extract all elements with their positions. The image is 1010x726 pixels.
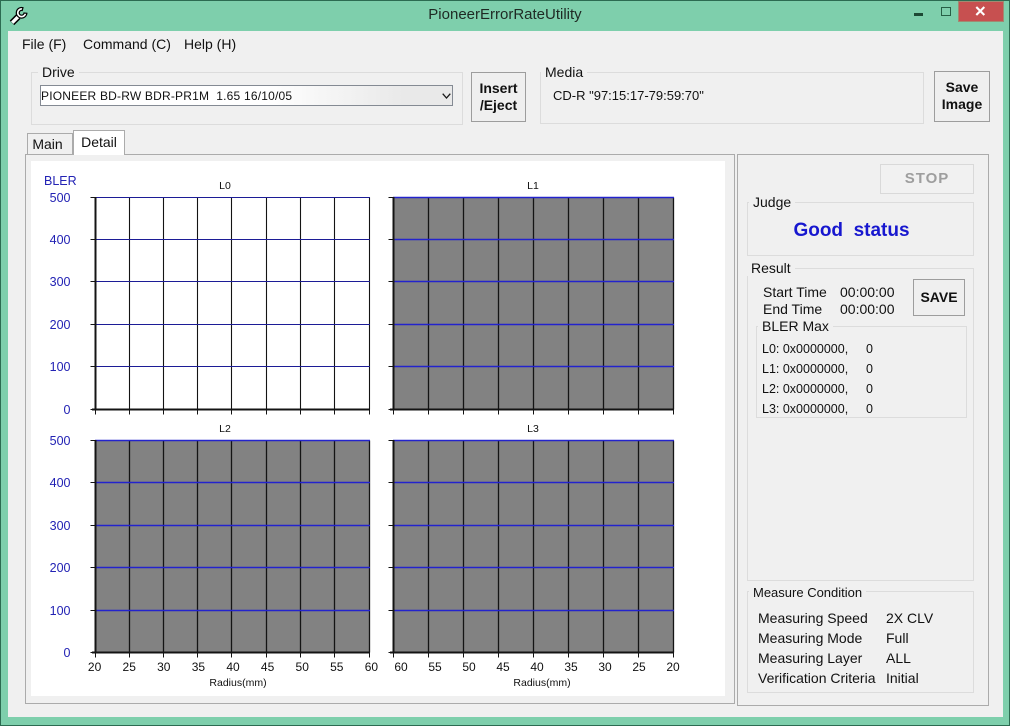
svg-text:300: 300 (50, 519, 71, 533)
svg-text:35: 35 (192, 660, 206, 674)
svg-text:50: 50 (462, 660, 476, 674)
svg-text:0: 0 (64, 646, 71, 660)
svg-text:200: 200 (50, 561, 71, 575)
svg-text:Radius(mm): Radius(mm) (513, 677, 570, 689)
svg-text:100: 100 (50, 604, 71, 618)
svg-text:0: 0 (64, 403, 71, 417)
svg-text:400: 400 (50, 233, 71, 247)
svg-text:500: 500 (50, 191, 71, 205)
svg-text:40: 40 (530, 660, 544, 674)
svg-text:30: 30 (157, 660, 171, 674)
svg-text:55: 55 (330, 660, 344, 674)
svg-text:60: 60 (365, 660, 379, 674)
svg-text:25: 25 (632, 660, 646, 674)
svg-text:30: 30 (598, 660, 612, 674)
svg-text:L1: L1 (527, 180, 539, 192)
svg-text:300: 300 (50, 275, 71, 289)
svg-text:L0: L0 (219, 180, 231, 192)
svg-text:20: 20 (88, 660, 102, 674)
svg-text:Radius(mm): Radius(mm) (209, 677, 266, 689)
svg-text:100: 100 (50, 360, 71, 374)
svg-text:500: 500 (50, 434, 71, 448)
svg-text:L2: L2 (219, 423, 231, 435)
svg-text:25: 25 (123, 660, 137, 674)
svg-text:45: 45 (261, 660, 275, 674)
svg-text:L3: L3 (527, 423, 539, 435)
svg-text:400: 400 (50, 476, 71, 490)
svg-text:35: 35 (564, 660, 578, 674)
svg-text:200: 200 (50, 318, 71, 332)
svg-text:40: 40 (226, 660, 240, 674)
svg-text:BLER: BLER (44, 174, 77, 188)
svg-text:55: 55 (428, 660, 442, 674)
svg-text:45: 45 (496, 660, 510, 674)
svg-text:50: 50 (296, 660, 310, 674)
svg-text:60: 60 (394, 660, 408, 674)
svg-text:20: 20 (666, 660, 680, 674)
